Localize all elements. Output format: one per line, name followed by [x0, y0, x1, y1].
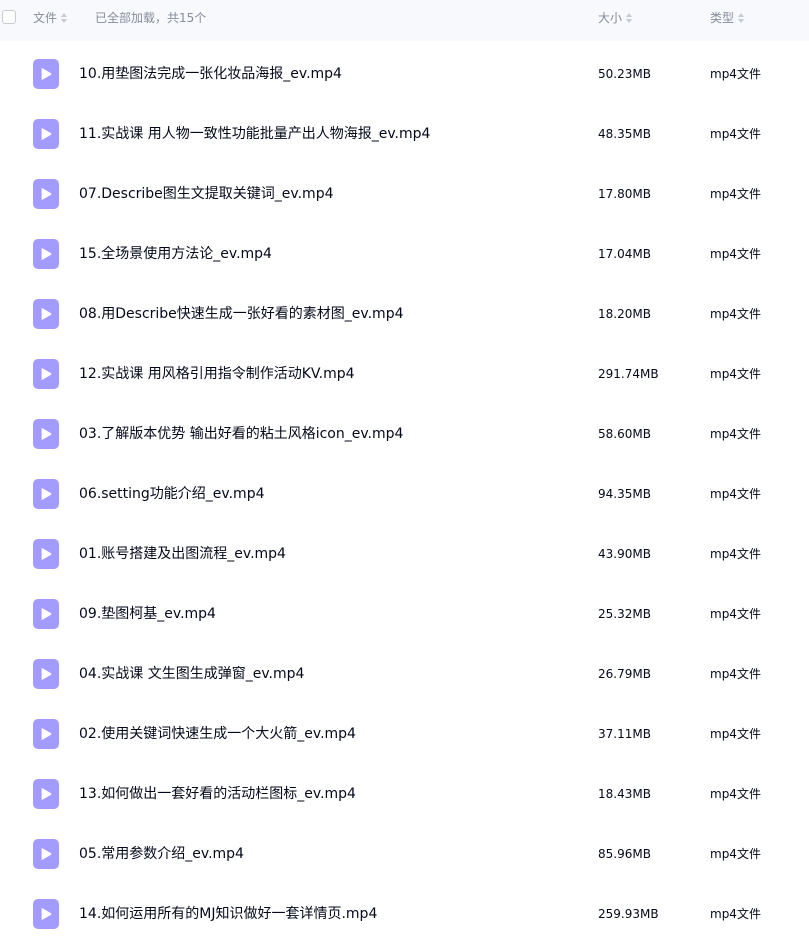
- column-name-label: 文件: [33, 11, 58, 25]
- file-size: 50.23MB: [598, 67, 651, 81]
- file-row[interactable]: 15.全场景使用方法论_ev.mp4 17.04MB mp4文件: [0, 224, 809, 284]
- file-type: mp4文件: [710, 427, 761, 441]
- file-type: mp4文件: [710, 547, 761, 561]
- file-type: mp4文件: [710, 307, 761, 321]
- video-file-icon: [33, 419, 59, 449]
- file-row[interactable]: 10.用垫图法完成一张化妆品海报_ev.mp4 50.23MB mp4文件: [0, 44, 809, 104]
- file-row[interactable]: 08.用Describe快速生成一张好看的素材图_ev.mp4 18.20MB …: [0, 284, 809, 344]
- file-size: 259.93MB: [598, 907, 659, 921]
- sort-icon[interactable]: [738, 13, 745, 23]
- file-name[interactable]: 04.实战课 文生图生成弹窗_ev.mp4: [79, 665, 304, 683]
- file-list: 10.用垫图法完成一张化妆品海报_ev.mp4 50.23MB mp4文件 11…: [0, 44, 809, 944]
- file-type: mp4文件: [710, 247, 761, 261]
- file-row[interactable]: 11.实战课 用人物一致性功能批量产出人物海报_ev.mp4 48.35MB m…: [0, 104, 809, 164]
- file-type: mp4文件: [710, 607, 761, 621]
- file-type: mp4文件: [710, 907, 761, 921]
- file-size: 37.11MB: [598, 727, 651, 741]
- file-name[interactable]: 08.用Describe快速生成一张好看的素材图_ev.mp4: [79, 305, 404, 323]
- video-file-icon: [33, 899, 59, 929]
- file-type: mp4文件: [710, 847, 761, 861]
- file-type: mp4文件: [710, 787, 761, 801]
- file-name[interactable]: 05.常用参数介绍_ev.mp4: [79, 845, 244, 863]
- file-size: 43.90MB: [598, 547, 651, 561]
- file-name[interactable]: 13.如何做出一套好看的活动栏图标_ev.mp4: [79, 785, 356, 803]
- video-file-icon: [33, 359, 59, 389]
- file-name[interactable]: 11.实战课 用人物一致性功能批量产出人物海报_ev.mp4: [79, 125, 430, 143]
- video-file-icon: [33, 839, 59, 869]
- file-size: 18.43MB: [598, 787, 651, 801]
- file-list-header: 文件 已全部加载，共15个 大小 类型: [0, 0, 809, 41]
- column-size-label: 大小: [598, 11, 623, 25]
- sort-icon[interactable]: [61, 13, 68, 23]
- file-row[interactable]: 03.了解版本优势 输出好看的粘土风格icon_ev.mp4 58.60MB m…: [0, 404, 809, 464]
- sort-by-size-header[interactable]: 大小: [598, 11, 633, 25]
- file-row[interactable]: 13.如何做出一套好看的活动栏图标_ev.mp4 18.43MB mp4文件: [0, 764, 809, 824]
- file-size: 17.80MB: [598, 187, 651, 201]
- file-row[interactable]: 04.实战课 文生图生成弹窗_ev.mp4 26.79MB mp4文件: [0, 644, 809, 704]
- file-type: mp4文件: [710, 487, 761, 501]
- file-name[interactable]: 07.Describe图生文提取关键词_ev.mp4: [79, 185, 334, 203]
- file-row[interactable]: 01.账号搭建及出图流程_ev.mp4 43.90MB mp4文件: [0, 524, 809, 584]
- file-size: 25.32MB: [598, 607, 651, 621]
- file-name[interactable]: 03.了解版本优势 输出好看的粘土风格icon_ev.mp4: [79, 425, 403, 443]
- select-all-checkbox[interactable]: [2, 10, 16, 24]
- file-type: mp4文件: [710, 67, 761, 81]
- file-size: 17.04MB: [598, 247, 651, 261]
- file-row[interactable]: 02.使用关键词快速生成一个大火箭_ev.mp4 37.11MB mp4文件: [0, 704, 809, 764]
- video-file-icon: [33, 299, 59, 329]
- file-type: mp4文件: [710, 187, 761, 201]
- video-file-icon: [33, 59, 59, 89]
- video-file-icon: [33, 239, 59, 269]
- video-file-icon: [33, 719, 59, 749]
- sort-icon[interactable]: [626, 13, 633, 23]
- file-size: 58.60MB: [598, 427, 651, 441]
- file-row[interactable]: 09.垫图柯基_ev.mp4 25.32MB mp4文件: [0, 584, 809, 644]
- file-row[interactable]: 05.常用参数介绍_ev.mp4 85.96MB mp4文件: [0, 824, 809, 884]
- file-name[interactable]: 02.使用关键词快速生成一个大火箭_ev.mp4: [79, 725, 356, 743]
- file-row[interactable]: 06.setting功能介绍_ev.mp4 94.35MB mp4文件: [0, 464, 809, 524]
- file-name[interactable]: 14.如何运用所有的MJ知识做好一套详情页.mp4: [79, 905, 377, 923]
- file-row[interactable]: 12.实战课 用风格引用指令制作活动KV.mp4 291.74MB mp4文件: [0, 344, 809, 404]
- column-type-label: 类型: [710, 11, 735, 25]
- file-name[interactable]: 12.实战课 用风格引用指令制作活动KV.mp4: [79, 365, 355, 383]
- video-file-icon: [33, 479, 59, 509]
- file-type: mp4文件: [710, 367, 761, 381]
- file-size: 48.35MB: [598, 127, 651, 141]
- video-file-icon: [33, 599, 59, 629]
- video-file-icon: [33, 179, 59, 209]
- file-row[interactable]: 07.Describe图生文提取关键词_ev.mp4 17.80MB mp4文件: [0, 164, 809, 224]
- file-name[interactable]: 01.账号搭建及出图流程_ev.mp4: [79, 545, 286, 563]
- file-name[interactable]: 06.setting功能介绍_ev.mp4: [79, 485, 265, 503]
- file-size: 291.74MB: [598, 367, 659, 381]
- video-file-icon: [33, 779, 59, 809]
- file-type: mp4文件: [710, 667, 761, 681]
- file-size: 94.35MB: [598, 487, 651, 501]
- file-size: 26.79MB: [598, 667, 651, 681]
- video-file-icon: [33, 539, 59, 569]
- video-file-icon: [33, 659, 59, 689]
- sort-by-type-header[interactable]: 类型: [710, 11, 745, 25]
- loaded-status: 已全部加载，共15个: [95, 11, 207, 25]
- file-name[interactable]: 15.全场景使用方法论_ev.mp4: [79, 245, 272, 263]
- file-type: mp4文件: [710, 127, 761, 141]
- video-file-icon: [33, 119, 59, 149]
- file-size: 85.96MB: [598, 847, 651, 861]
- file-type: mp4文件: [710, 727, 761, 741]
- file-name[interactable]: 10.用垫图法完成一张化妆品海报_ev.mp4: [79, 65, 342, 83]
- file-row[interactable]: 14.如何运用所有的MJ知识做好一套详情页.mp4 259.93MB mp4文件: [0, 884, 809, 944]
- file-size: 18.20MB: [598, 307, 651, 321]
- file-name[interactable]: 09.垫图柯基_ev.mp4: [79, 605, 216, 623]
- sort-by-name-header[interactable]: 文件: [33, 11, 68, 25]
